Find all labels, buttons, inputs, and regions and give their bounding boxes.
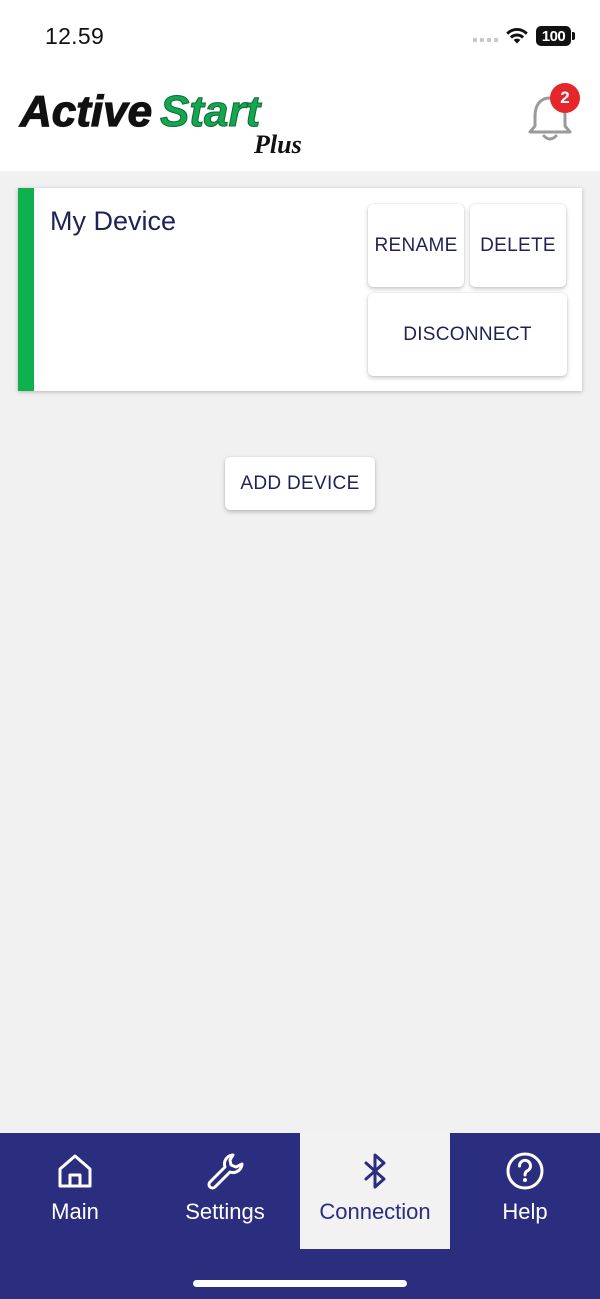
logo-text-plus: Plus	[253, 130, 302, 159]
tab-help-label: Help	[502, 1199, 548, 1224]
status-time: 12.59	[45, 23, 105, 49]
app-header: Active Start Plus 2	[0, 70, 600, 171]
tab-settings[interactable]: Settings	[150, 1133, 300, 1249]
device-name: My Device	[50, 206, 177, 236]
bluetooth-icon	[364, 1153, 386, 1189]
wrench-icon	[207, 1153, 244, 1190]
bottom-tab-bar: Main Settings Connection Help	[0, 1133, 600, 1299]
tab-connection[interactable]: Connection	[300, 1133, 450, 1249]
logo-text-start: Start	[160, 87, 263, 136]
tab-main-label: Main	[51, 1199, 99, 1224]
rename-button[interactable]: RENAME	[368, 204, 464, 287]
tab-main[interactable]: Main	[0, 1133, 150, 1249]
device-card: My Device RENAME DELETE DISCONNECT	[18, 188, 582, 391]
home-indicator	[193, 1280, 407, 1287]
status-bar: 12.59 100	[0, 0, 600, 70]
device-status-accent	[18, 188, 34, 391]
delete-button[interactable]: DELETE	[470, 204, 566, 287]
tab-help[interactable]: Help	[450, 1133, 600, 1249]
tab-settings-label: Settings	[185, 1199, 265, 1224]
battery-cap	[572, 32, 575, 40]
tab-connection-label: Connection	[319, 1199, 431, 1224]
app-logo: Active Start Plus	[18, 86, 302, 159]
battery-icon: 100	[536, 26, 571, 46]
battery-level: 100	[541, 27, 566, 45]
help-icon	[506, 1152, 544, 1190]
wifi-icon	[506, 28, 528, 44]
home-icon	[58, 1154, 92, 1188]
disconnect-button[interactable]: DISCONNECT	[368, 293, 567, 376]
add-device-button[interactable]: ADD DEVICE	[225, 457, 375, 510]
logo-text-active: Active	[19, 87, 152, 136]
cellular-signal-icon	[473, 38, 498, 42]
notification-badge: 2	[550, 83, 580, 113]
